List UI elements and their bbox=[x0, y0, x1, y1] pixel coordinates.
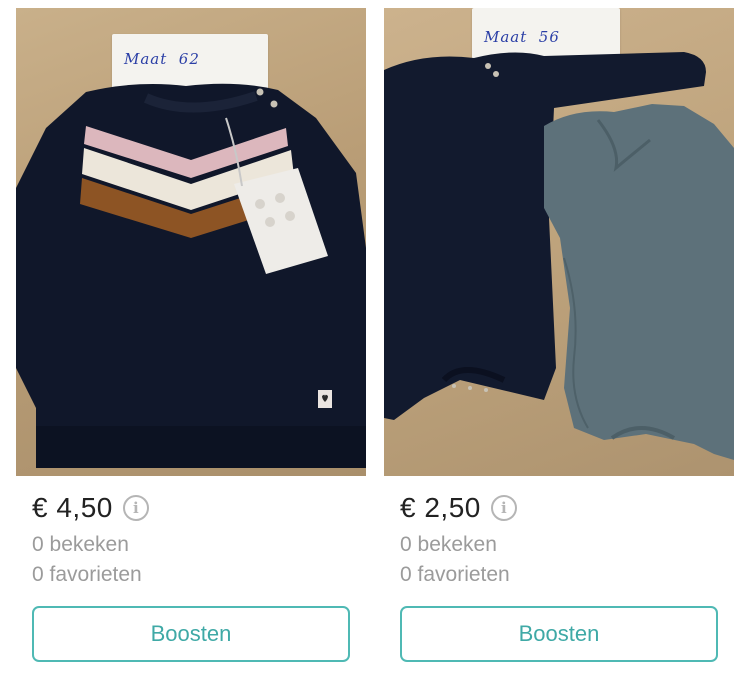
views-count: 0 bekeken bbox=[32, 533, 129, 556]
listing-info: € 2,50 i 0 bekeken 0 favorieten Boosten bbox=[384, 476, 734, 676]
listing-card[interactable]: Maat 56 € 2,50 i 0 bekeken 0 favorieten … bbox=[384, 8, 734, 676]
boost-button[interactable]: Boosten bbox=[400, 606, 718, 662]
listing-photo[interactable]: Maat 62 bbox=[16, 8, 366, 476]
info-icon[interactable]: i bbox=[490, 495, 517, 521]
views-count: 0 bekeken bbox=[400, 533, 497, 556]
info-icon[interactable]: i bbox=[122, 495, 149, 521]
price-row: € 2,50 i bbox=[400, 494, 517, 522]
listing-card[interactable]: Maat 62 € 4,50 i 0 bekeken 0 favorieten … bbox=[16, 8, 366, 676]
listing-photo[interactable]: Maat 56 bbox=[384, 8, 734, 476]
listing-info: € 4,50 i 0 bekeken 0 favorieten Boosten bbox=[16, 476, 366, 676]
favorites-count: 0 favorieten bbox=[32, 563, 142, 586]
price: € 2,50 bbox=[400, 492, 481, 523]
favorites-count: 0 favorieten bbox=[400, 563, 510, 586]
price-row: € 4,50 i bbox=[32, 494, 149, 522]
price: € 4,50 bbox=[32, 492, 113, 523]
boost-button[interactable]: Boosten bbox=[32, 606, 350, 662]
sweater-illustration bbox=[16, 83, 366, 468]
onesies-illustration bbox=[384, 52, 734, 460]
